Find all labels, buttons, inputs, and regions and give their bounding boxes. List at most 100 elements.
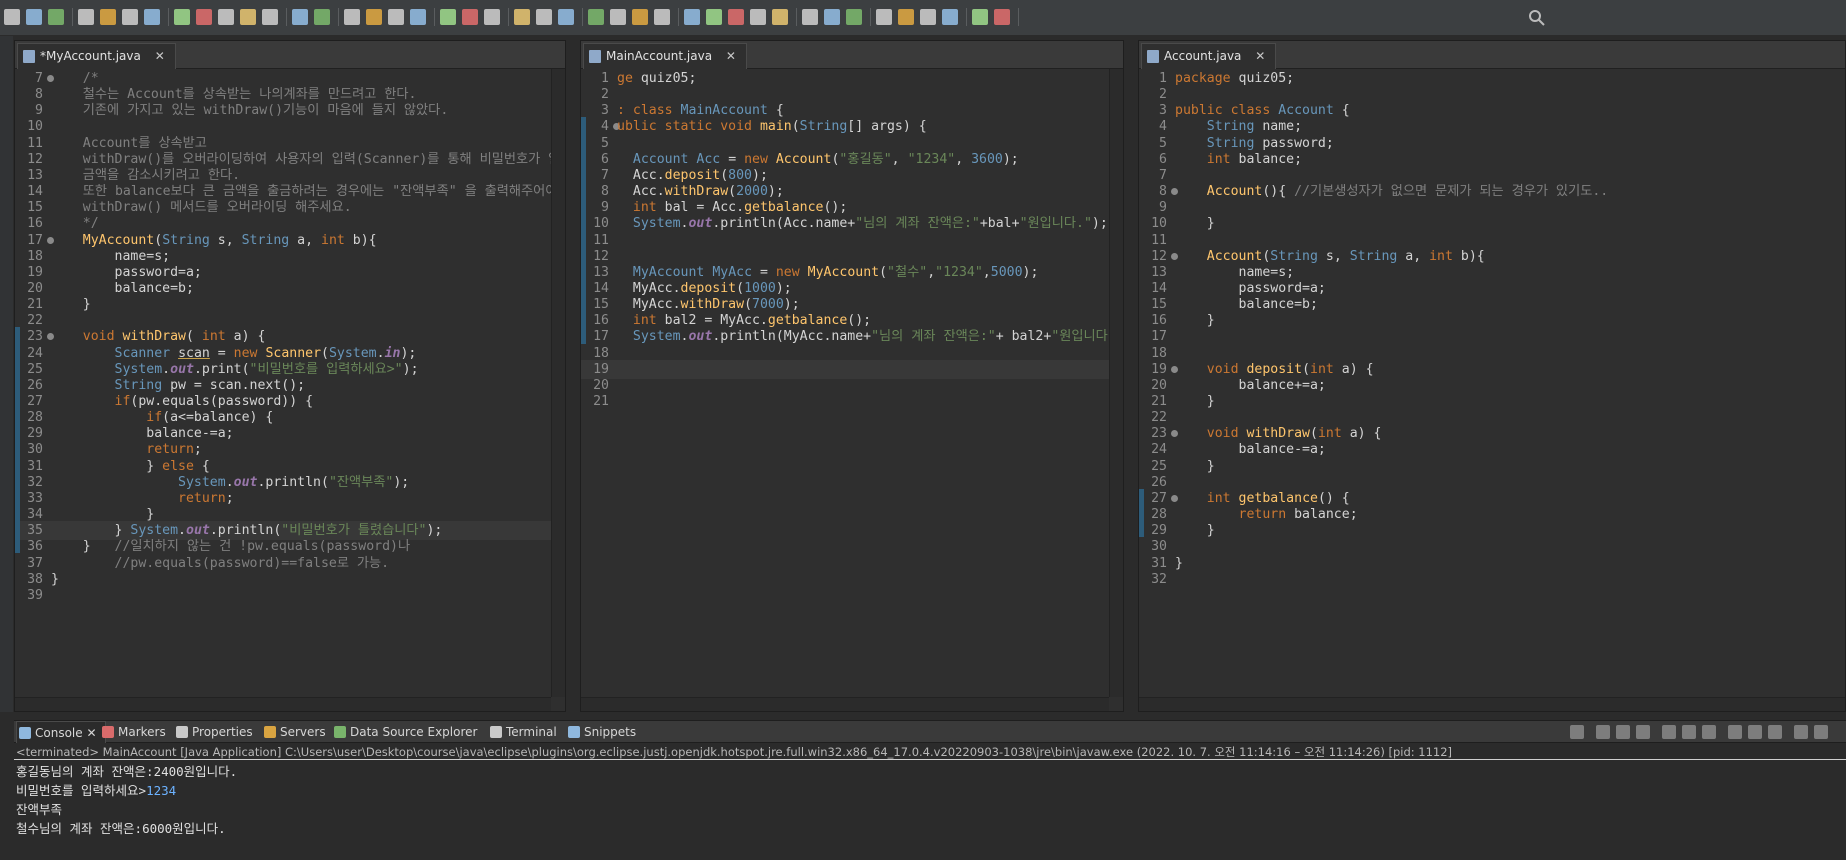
console-tab-markers[interactable]: Markers	[100, 721, 166, 743]
console-tab-terminal[interactable]: Terminal	[488, 721, 557, 743]
toolbar-button-icon[interactable]	[876, 9, 892, 25]
toolbar-button-icon[interactable]	[654, 9, 670, 25]
console-toolbar-icon[interactable]	[1570, 725, 1584, 739]
close-icon[interactable]: ✕	[1255, 44, 1265, 69]
toolbar-button-icon[interactable]	[802, 9, 818, 25]
toolbar-button-icon[interactable]	[898, 9, 914, 25]
toolbar-button-icon[interactable]	[536, 9, 552, 25]
horizontal-scrollbar[interactable]	[15, 697, 551, 711]
view-icon	[334, 726, 346, 738]
console-toolbar-icon[interactable]	[1768, 725, 1782, 739]
close-icon[interactable]: ✕	[155, 44, 165, 69]
editor-tabbar: Account.java ✕	[1139, 41, 1845, 69]
toolbar-button-icon[interactable]	[122, 9, 138, 25]
toolbar-button-icon[interactable]	[262, 9, 278, 25]
toolbar-button-icon[interactable]	[366, 9, 382, 25]
console-tab-data-source-explorer[interactable]: Data Source Explorer	[332, 721, 477, 743]
console-tab-properties[interactable]: Properties	[174, 721, 253, 743]
code-line[interactable]: 21	[581, 392, 1109, 411]
line-number: 32	[1151, 571, 1167, 587]
tab-label: *MyAccount.java	[40, 49, 141, 63]
code-area[interactable]: 7 /* 8 철수는 Account를 상속받는 나의계좌를 만드려고 한다. 9 …	[15, 69, 551, 697]
toolbar-button-icon[interactable]	[558, 9, 574, 25]
console-toolbar-icon[interactable]	[1662, 725, 1676, 739]
toolbar-button-icon[interactable]	[514, 9, 530, 25]
toolbar-button-icon[interactable]	[920, 9, 936, 25]
toolbar-button-icon[interactable]	[440, 9, 456, 25]
java-file-icon	[1147, 50, 1159, 63]
code-area[interactable]: 1 package quiz05; 2 3 public class Account {…	[1139, 69, 1831, 697]
console-toolbar-icon[interactable]	[1794, 725, 1808, 739]
toolbar-button-icon[interactable]	[26, 9, 42, 25]
toolbar-button-icon[interactable]	[388, 9, 404, 25]
toolbar-button-icon[interactable]	[610, 9, 626, 25]
toolbar-button-icon[interactable]	[772, 9, 788, 25]
console-toolbar-icon[interactable]	[1728, 725, 1742, 739]
console-line: 홍길동님의 계좌 잔액은:2400원입니다.	[16, 762, 237, 781]
console-status: <terminated> MainAccount [Java Applicati…	[14, 744, 1846, 760]
console-tabbar: Console ✕ Markers Properties Servers Data So…	[14, 721, 1846, 743]
close-icon[interactable]: ✕	[726, 44, 736, 69]
console-tab-console[interactable]: Console ✕	[16, 721, 106, 743]
toolbar-button-icon[interactable]	[846, 9, 862, 25]
toolbar-button-icon[interactable]	[292, 9, 308, 25]
console-view: Console ✕ Markers Properties Servers Data So…	[14, 720, 1846, 860]
console-toolbar-icon[interactable]	[1596, 725, 1610, 739]
toolbar-button-icon[interactable]	[410, 9, 426, 25]
toolbar-button-icon[interactable]	[942, 9, 958, 25]
console-toolbar-icon[interactable]	[1748, 725, 1762, 739]
toolbar-button-icon[interactable]	[728, 9, 744, 25]
vertical-scrollbar[interactable]	[551, 69, 565, 697]
toolbar-button-icon[interactable]	[684, 9, 700, 25]
toolbar-button-icon[interactable]	[196, 9, 212, 25]
toolbar-button-icon[interactable]	[632, 9, 648, 25]
toolbar-button-icon[interactable]	[994, 9, 1010, 25]
console-toolbar-icon[interactable]	[1702, 725, 1716, 739]
toolbar-button-icon[interactable]	[240, 9, 256, 25]
console-tab-servers[interactable]: Servers	[262, 721, 326, 743]
toolbar-button-icon[interactable]	[344, 9, 360, 25]
view-icon	[19, 727, 31, 739]
console-line-text: 비밀번호를 입력하세요>	[16, 783, 147, 798]
toolbar-button-icon[interactable]	[588, 9, 604, 25]
java-file-icon	[589, 50, 601, 63]
toolbar-button-icon[interactable]	[972, 9, 988, 25]
toolbar-button-icon[interactable]	[824, 9, 840, 25]
toolbar-button-icon[interactable]	[218, 9, 234, 25]
toolbar-button-icon[interactable]	[706, 9, 722, 25]
code-line[interactable]: 32	[1139, 570, 1831, 589]
toolbar-button-icon[interactable]	[4, 9, 20, 25]
console-tab-label: Markers	[118, 725, 166, 739]
vertical-scrollbar[interactable]	[1109, 69, 1123, 697]
console-toolbar-icon[interactable]	[1616, 725, 1630, 739]
editor-tabbar: *MyAccount.java ✕	[15, 41, 565, 69]
toolbar-button-icon[interactable]	[48, 9, 64, 25]
toolbar-button-icon[interactable]	[78, 9, 94, 25]
toolbar-button-icon[interactable]	[174, 9, 190, 25]
code-area[interactable]: 1 ge quiz05; 2 3: class MainAccount {4 ublic…	[581, 69, 1109, 697]
tab-mainaccount[interactable]: MainAccount.java ✕	[583, 43, 747, 69]
search-icon[interactable]	[1528, 9, 1546, 27]
toolbar-separator	[796, 8, 797, 26]
close-icon[interactable]: ✕	[83, 726, 96, 740]
horizontal-scrollbar[interactable]	[581, 697, 1109, 711]
toolbar-separator	[1018, 8, 1019, 26]
toolbar-separator	[582, 8, 583, 26]
horizontal-scrollbar[interactable]	[1139, 697, 1845, 711]
toolbar-button-icon[interactable]	[100, 9, 116, 25]
code-line[interactable]: 39	[15, 586, 551, 605]
console-toolbar-icon[interactable]	[1636, 725, 1650, 739]
toolbar-button-icon[interactable]	[144, 9, 160, 25]
console-tab-snippets[interactable]: Snippets	[566, 721, 636, 743]
toolbar-separator	[434, 8, 435, 26]
console-toolbar-icon[interactable]	[1814, 725, 1828, 739]
toolbar-button-icon[interactable]	[314, 9, 330, 25]
line-number: 39	[27, 587, 43, 603]
console-toolbar-icon[interactable]	[1682, 725, 1696, 739]
toolbar-button-icon[interactable]	[462, 9, 478, 25]
tab-account[interactable]: Account.java ✕	[1141, 43, 1277, 69]
toolbar-button-icon[interactable]	[484, 9, 500, 25]
toolbar-button-icon[interactable]	[750, 9, 766, 25]
editor-myaccount: *MyAccount.java ✕ 7 /* 8 철수는 Account를 상속받…	[14, 40, 566, 712]
tab-myaccount[interactable]: *MyAccount.java ✕	[17, 43, 176, 69]
